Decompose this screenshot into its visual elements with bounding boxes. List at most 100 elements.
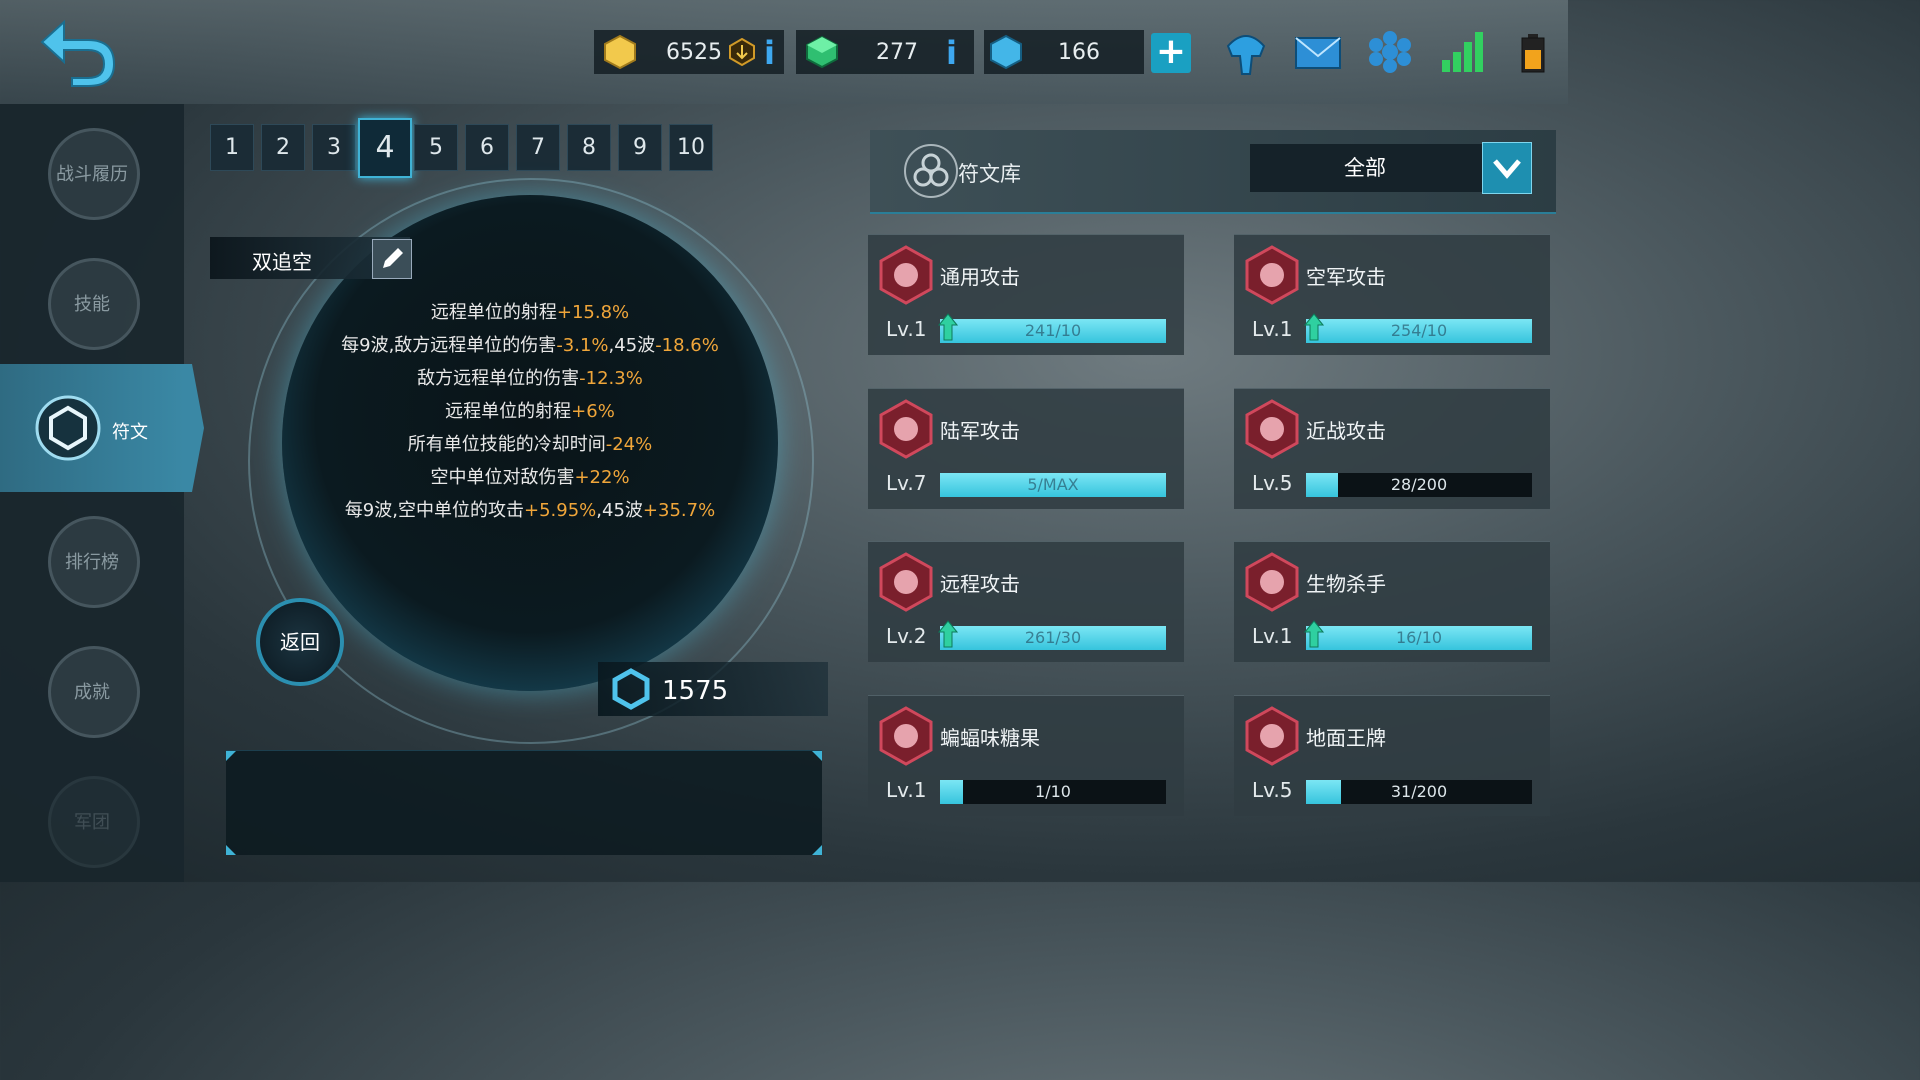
ground-attack-rune-icon	[879, 399, 933, 459]
rune-progress-bar: 5/MAX	[940, 473, 1166, 497]
rune-card-ground-attack[interactable]: 陆军攻击 Lv.7 5/MAX	[868, 388, 1184, 509]
rune-progress-text: 241/10	[1024, 321, 1082, 340]
upgrade-arrow-icon	[938, 313, 958, 341]
tab-page-8[interactable]: 8	[567, 124, 611, 171]
sidebar-item-label: 技能	[74, 294, 110, 315]
tab-page-7[interactable]: 7	[516, 124, 560, 171]
ground-ace-rune-icon	[1245, 706, 1299, 766]
blue-crystal-icon	[990, 34, 1022, 70]
sidebar-item-runes[interactable]: 符文	[0, 364, 204, 492]
stat-line: 远程单位的射程+15.8%	[430, 302, 630, 323]
rune-card-level: Lv.1	[1252, 624, 1293, 648]
tab-page-4[interactable]: 4	[358, 118, 412, 178]
rune-card-level: Lv.5	[1252, 471, 1293, 495]
rune-card-ground-ace[interactable]: 地面王牌 Lv.5 31/200	[1234, 695, 1550, 816]
sidebar-item-label: 符文	[112, 422, 148, 443]
rune-card-ranged-attack[interactable]: 远程攻击 Lv.2 261/30	[868, 541, 1184, 662]
general-attack-rune-icon	[879, 245, 933, 305]
rune-card-level: Lv.5	[1252, 778, 1293, 802]
rune-card-name: 生物杀手	[1306, 572, 1386, 596]
rune-progress-bar: 31/200	[1306, 780, 1532, 804]
chevron-down-icon	[1493, 159, 1521, 179]
active-indicator-arrow	[184, 364, 204, 492]
rune-card-bio-killer[interactable]: 生物杀手 Lv.1 16/10	[1234, 541, 1550, 662]
upgrade-arrow-icon	[938, 620, 958, 648]
sidebar-item-leaderboard[interactable]: 排行榜	[0, 496, 184, 624]
rune-description-box	[226, 750, 822, 855]
ranged-attack-rune-icon	[879, 552, 933, 612]
tab-page-10[interactable]: 10	[669, 124, 713, 171]
rune-progress-bar: 16/10	[1306, 626, 1532, 650]
mail-icon[interactable]	[1294, 30, 1342, 74]
rune-card-level: Lv.7	[886, 471, 927, 495]
rune-card-name: 空军攻击	[1306, 265, 1386, 289]
tab-page-1[interactable]: 1	[210, 124, 254, 171]
rune-currency-icon	[612, 668, 650, 710]
filter-selected-value[interactable]: 全部	[1250, 152, 1480, 182]
gem-amount: 277	[876, 40, 918, 65]
rune-card-level: Lv.2	[886, 624, 927, 648]
rune-cost-value: 1575	[662, 676, 729, 706]
upgrade-arrow-icon	[1304, 620, 1324, 648]
rune-card-name: 地面王牌	[1306, 726, 1386, 750]
rune-progress-text: 31/200	[1390, 782, 1448, 801]
sidebar-item-legion[interactable]: 军团	[0, 756, 184, 884]
sidebar-item-achievements[interactable]: 成就	[0, 626, 184, 754]
back-arrow-icon[interactable]	[36, 16, 118, 88]
tab-page-9[interactable]: 9	[618, 124, 662, 171]
rune-progress-text: 5/MAX	[1027, 475, 1079, 494]
stat-line: 每9波,敌方远程单位的伤害-3.1%,45波-18.6%	[341, 335, 719, 356]
tab-page-5[interactable]: 5	[414, 124, 458, 171]
gold-coin-icon	[604, 34, 636, 70]
gem-info-icon[interactable]: i	[946, 34, 957, 72]
rune-card-air-attack[interactable]: 空军攻击 Lv.1 254/10	[1234, 234, 1550, 355]
add-crystal-button[interactable]: +	[1151, 33, 1191, 73]
sidebar: 战斗履历 技能 符文 排行榜 成就 军团	[0, 104, 204, 884]
tab-page-2[interactable]: 2	[261, 124, 305, 171]
helmet-icon[interactable]	[1222, 26, 1270, 78]
rename-button[interactable]	[372, 239, 412, 279]
stat-line: 远程单位的射程+6%	[445, 401, 615, 422]
melee-attack-rune-icon	[1245, 399, 1299, 459]
rune-card-level: Lv.1	[886, 778, 927, 802]
rune-icon	[35, 395, 101, 461]
rune-card-name: 通用攻击	[940, 265, 1020, 289]
filter-dropdown-toggle[interactable]	[1482, 142, 1532, 194]
green-gem-icon	[806, 35, 838, 69]
gold-info-icon[interactable]: i	[764, 34, 775, 72]
rune-card-bat-candy[interactable]: 蝙蝠味糖果 Lv.1 1/10	[868, 695, 1184, 816]
bat-candy-rune-icon	[879, 706, 933, 766]
rune-library-icon	[904, 144, 958, 198]
sidebar-item-label: 军团	[74, 812, 110, 833]
rune-card-name: 近战攻击	[1306, 419, 1386, 443]
rune-card-name: 陆军攻击	[940, 419, 1020, 443]
sidebar-item-battle-history[interactable]: 战斗履历	[0, 108, 184, 236]
rune-card-general-attack[interactable]: 通用攻击 Lv.1 241/10	[868, 234, 1184, 355]
battery-icon	[1521, 34, 1545, 73]
gold-download-icon[interactable]	[728, 38, 756, 66]
sidebar-item-label: 排行榜	[65, 552, 119, 573]
sidebar-item-label: 战斗履历	[56, 164, 128, 185]
gold-counter: 6525 i	[594, 30, 784, 74]
sidebar-item-label: 成就	[74, 682, 110, 703]
description-frame-corners	[226, 751, 822, 855]
rune-progress-bar: 241/10	[940, 319, 1166, 343]
tab-page-3[interactable]: 3	[312, 124, 356, 171]
crystal-amount: 166	[1058, 40, 1100, 65]
tab-page-6[interactable]: 6	[465, 124, 509, 171]
return-button[interactable]: 返回	[256, 598, 344, 686]
sidebar-item-skills[interactable]: 技能	[0, 238, 184, 366]
settings-gear-icon[interactable]	[1368, 30, 1412, 74]
rune-progress-bar: 28/200	[1306, 473, 1532, 497]
rune-library-title: 符文库	[958, 162, 1021, 186]
gem-counter: 277 i	[796, 30, 974, 74]
rune-card-level: Lv.1	[886, 317, 927, 341]
rune-progress-text: 254/10	[1390, 321, 1448, 340]
signal-strength-icon	[1442, 32, 1483, 72]
rune-page-name: 双追空	[252, 250, 312, 274]
crystal-counter: 166	[984, 30, 1144, 74]
rune-progress-text: 1/10	[1035, 782, 1071, 801]
stat-line: 空中单位对敌伤害+22%	[430, 467, 630, 488]
rune-card-melee-attack[interactable]: 近战攻击 Lv.5 28/200	[1234, 388, 1550, 509]
air-attack-rune-icon	[1245, 245, 1299, 305]
